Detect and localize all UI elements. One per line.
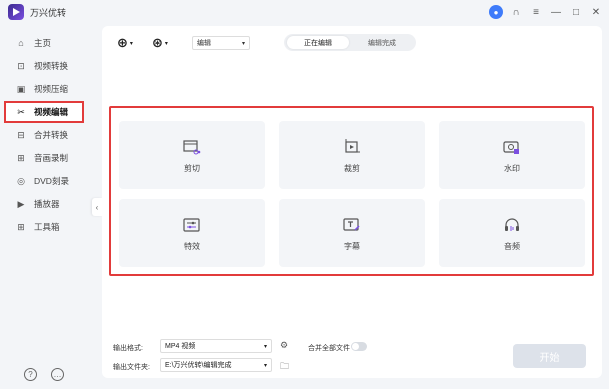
- sidebar-item-label: 视频压缩: [34, 84, 69, 94]
- app-logo-icon: [8, 4, 24, 20]
- sidebar-item-label: 合并转换: [34, 130, 69, 140]
- tab-edit-done[interactable]: 编辑完成: [351, 36, 413, 49]
- sidebar-item-label: 视频编辑: [34, 107, 69, 117]
- watermark-icon: [503, 139, 521, 155]
- scissors-icon: ✂: [17, 106, 25, 117]
- menu-icon[interactable]: ≡: [529, 5, 543, 19]
- tile-label: 水印: [504, 164, 520, 173]
- start-button[interactable]: 开始: [513, 344, 586, 368]
- sidebar-item-player[interactable]: ▶ 播放器: [4, 193, 84, 215]
- merge-icon: ⊟: [17, 129, 25, 140]
- sidebar-item-record[interactable]: ⊞ 音画录制: [4, 147, 84, 169]
- sidebar-item-label: 音画录制: [34, 153, 69, 163]
- tab-editing[interactable]: 正在编辑: [287, 36, 349, 49]
- output-folder-label: 输出文件夹:: [113, 364, 150, 371]
- sidebar-item-video-edit[interactable]: ✂ 视频编辑: [4, 101, 84, 123]
- record-icon: ⊞: [17, 152, 25, 163]
- output-folder-value: E:\万兴优转\编辑完成: [165, 362, 232, 369]
- merge-all-label: 合并全部文件: [308, 345, 350, 352]
- sidebar-item-label: 视频转换: [34, 61, 69, 71]
- cut-icon: [183, 139, 201, 155]
- tile-label: 音频: [504, 242, 520, 251]
- add-file-icon: ⊕: [117, 35, 128, 50]
- sidebar-item-label: DVD刻录: [34, 176, 69, 186]
- window-controls: ● ∩ ≡ — □ ✕: [489, 3, 603, 21]
- home-icon: ⌂: [18, 38, 24, 48]
- close-icon[interactable]: ✕: [589, 5, 603, 19]
- add-file-button[interactable]: ⊕ ▾: [117, 35, 133, 51]
- audio-icon: [503, 217, 521, 233]
- sidebar-item-dvd[interactable]: ◎ DVD刻录: [4, 170, 84, 192]
- maximize-icon[interactable]: □: [569, 5, 583, 19]
- add-media-icon: ⊛: [152, 35, 163, 50]
- sidebar-item-toolbox[interactable]: ⊞ 工具箱: [4, 216, 84, 238]
- tile-label: 特效: [184, 242, 200, 251]
- chevron-down-icon: ▾: [263, 343, 267, 350]
- effects-icon: [183, 217, 201, 233]
- sidebar: ⌂ 主页 ⊡ 视频转换 ▣ 视频压缩 ✂ 视频编辑 ⊟ 合并转换 ⊞ 音画录制 …: [0, 24, 94, 389]
- output-footer: 输出格式: MP4 视频 ▾ ⚙ 合并全部文件 输出文件夹: E:\万兴优转\编…: [102, 332, 602, 378]
- format-settings-icon[interactable]: ⚙: [280, 340, 288, 351]
- merge-all-toggle[interactable]: [351, 342, 367, 351]
- sidebar-bottom: ? …: [24, 368, 64, 381]
- app-title: 万兴优转: [30, 9, 67, 19]
- subtitle-icon: [343, 217, 361, 233]
- sidebar-item-label: 主页: [34, 38, 52, 48]
- output-format-select[interactable]: MP4 视频 ▾: [160, 339, 272, 353]
- folder-icon[interactable]: 🗀: [280, 359, 289, 375]
- tile-label: 剪切: [184, 164, 200, 173]
- help-icon[interactable]: ?: [24, 368, 37, 381]
- headset-icon[interactable]: ∩: [509, 5, 523, 19]
- sidebar-item-label: 播放器: [34, 199, 60, 209]
- player-icon: ▶: [17, 198, 25, 209]
- feedback-icon[interactable]: …: [51, 368, 64, 381]
- compress-icon: ▣: [16, 83, 26, 94]
- dvd-icon: ◎: [17, 175, 25, 186]
- sidebar-item-label: 工具箱: [34, 222, 60, 232]
- edit-status-tabs: 正在编辑 编辑完成: [284, 34, 416, 51]
- edit-tools-grid: 剪切 裁剪 水印 特效 字幕 音频: [109, 106, 594, 276]
- output-format-label: 输出格式:: [113, 345, 143, 352]
- chevron-down-icon: ▾: [129, 40, 133, 47]
- tile-subtitle[interactable]: 字幕: [279, 199, 425, 267]
- chevron-down-icon: ▾: [263, 362, 267, 369]
- sidebar-item-compress[interactable]: ▣ 视频压缩: [4, 78, 84, 100]
- title-bar: 万兴优转 ● ∩ ≡ — □ ✕: [0, 0, 609, 24]
- minimize-icon[interactable]: —: [549, 5, 563, 19]
- mode-select[interactable]: 编辑 ▾: [192, 36, 250, 50]
- tile-label: 字幕: [344, 242, 360, 251]
- crop-icon: [343, 139, 361, 155]
- sidebar-item-convert[interactable]: ⊡ 视频转换: [4, 55, 84, 77]
- output-format-value: MP4 视频: [165, 343, 196, 350]
- tile-cut[interactable]: 剪切: [119, 121, 265, 189]
- user-avatar-icon[interactable]: ●: [489, 5, 503, 19]
- output-folder-select[interactable]: E:\万兴优转\编辑完成 ▾: [160, 358, 272, 372]
- tile-audio[interactable]: 音频: [439, 199, 585, 267]
- main-panel: ⊕ ▾ ⊛ ▾ 编辑 ▾ 正在编辑 编辑完成 剪切 裁剪 水印 特效 字幕 音频…: [102, 26, 602, 378]
- convert-icon: ⊡: [17, 60, 25, 71]
- tile-crop[interactable]: 裁剪: [279, 121, 425, 189]
- tile-label: 裁剪: [344, 164, 360, 173]
- collapse-sidebar-button[interactable]: ‹: [92, 198, 102, 216]
- mode-select-value: 编辑: [197, 40, 211, 47]
- add-media-button[interactable]: ⊛ ▾: [152, 35, 168, 51]
- chevron-down-icon: ▾: [241, 40, 245, 47]
- sidebar-item-merge[interactable]: ⊟ 合并转换: [4, 124, 84, 146]
- tile-effects[interactable]: 特效: [119, 199, 265, 267]
- sidebar-item-home[interactable]: ⌂ 主页: [4, 32, 84, 54]
- toolbox-icon: ⊞: [17, 221, 25, 232]
- tile-watermark[interactable]: 水印: [439, 121, 585, 189]
- chevron-down-icon: ▾: [164, 40, 168, 47]
- toolbar: ⊕ ▾ ⊛ ▾ 编辑 ▾ 正在编辑 编辑完成: [102, 26, 602, 58]
